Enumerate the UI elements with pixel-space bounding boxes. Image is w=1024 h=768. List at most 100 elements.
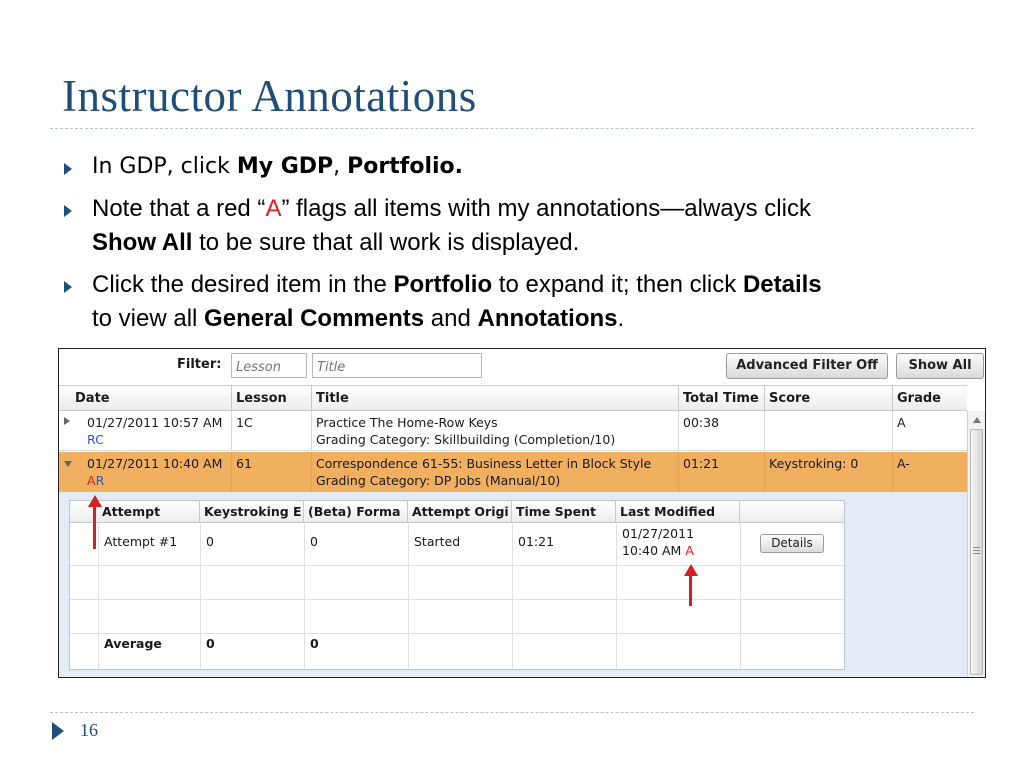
arrow-shaft xyxy=(689,576,692,606)
reviewed-flag: R xyxy=(95,473,105,488)
row-title-cell: Correspondence 61-55: Business Letter in… xyxy=(312,452,679,492)
bullet-item-2: Note that a red “A” flags all items with… xyxy=(58,192,988,260)
sub-header-last-modified: Last Modified xyxy=(616,501,740,523)
arrow-up-icon xyxy=(684,564,698,576)
grip-line xyxy=(973,547,980,548)
modified-date: 01/27/2011 xyxy=(622,526,695,541)
show-all-button[interactable]: Show All xyxy=(896,353,984,379)
row-grading-category: Grading Category: Skillbuilding (Complet… xyxy=(316,432,616,447)
attempt-last-modified: 01/27/2011 10:40 AM A xyxy=(618,525,738,559)
scroll-up-icon[interactable] xyxy=(973,417,981,423)
bullet3-annotations: Annotations xyxy=(477,305,618,332)
row-grade: A- xyxy=(897,456,910,471)
bullet3-details: Details xyxy=(742,271,822,298)
bullet3-text5: . xyxy=(617,305,625,332)
grid-line xyxy=(740,523,741,669)
average-beta-format: 0 xyxy=(310,636,319,651)
grip-line xyxy=(973,553,980,554)
bullet2-red-a: A xyxy=(265,195,282,222)
table-row[interactable]: 01/27/2011 10:57 AM RC 1C Practice The H… xyxy=(59,411,967,451)
column-header-score[interactable]: Score xyxy=(765,386,893,411)
sub-header-beta-format: (Beta) Forma xyxy=(304,501,408,523)
bullet-list: In GDP, click My GDP, Portfolio. Note th… xyxy=(58,150,988,336)
column-header-title[interactable]: Title xyxy=(312,386,679,411)
attempt-keystroking: 0 xyxy=(206,534,214,549)
footer-divider xyxy=(50,712,974,713)
expand-row-icon[interactable] xyxy=(64,417,70,425)
sub-header-attempt: Attempt xyxy=(98,501,200,523)
collapse-row-icon[interactable] xyxy=(64,461,72,467)
scrollbar-thumb[interactable] xyxy=(970,429,983,675)
row-date-cell: 01/27/2011 10:57 AM RC xyxy=(83,411,232,450)
annotation-flag: A xyxy=(87,473,96,488)
column-header-lesson[interactable]: Lesson xyxy=(232,386,312,411)
grid-line xyxy=(304,523,305,669)
bullet1-portfolio: Portfolio. xyxy=(347,154,464,179)
row-grading-category: Grading Category: DP Jobs (Manual/10) xyxy=(316,473,561,488)
bullet3-text1: Click the desired item in the xyxy=(92,271,394,298)
expanded-details-area: Attempt Keystroking E (Beta) Forma Attem… xyxy=(59,492,967,677)
details-button[interactable]: Details xyxy=(760,534,824,553)
row-flags: RC xyxy=(87,432,104,447)
bullet1-prefix: In GDP, click xyxy=(92,154,237,179)
row-title: Practice The Home-Row Keys xyxy=(316,415,498,430)
attempt-origin: Started xyxy=(414,534,461,549)
row-date-cell: 01/27/2011 10:40 AM AR xyxy=(83,452,232,492)
row-flags: AR xyxy=(87,472,231,489)
row-score: Keystroking: 0 xyxy=(765,452,893,492)
column-header-total-time[interactable]: Total Time xyxy=(679,386,765,411)
bullet3-text4: and xyxy=(424,305,478,332)
attempts-table-header: Attempt Keystroking E (Beta) Forma Attem… xyxy=(70,501,844,523)
bullet3-text2: to expand it; then click xyxy=(492,271,743,298)
slide-title: Instructor Annotations xyxy=(62,71,477,121)
modified-time-line: 10:40 AM A xyxy=(622,542,738,559)
bullet-item-1: In GDP, click My GDP, Portfolio. xyxy=(58,150,988,184)
row-title-cell: Practice The Home-Row Keys Grading Categ… xyxy=(312,411,679,450)
bullet3-portfolio: Portfolio xyxy=(393,271,493,298)
bullet2-text1: Note that a red “ xyxy=(92,195,266,222)
grid-line xyxy=(70,633,844,634)
column-header-date[interactable]: Date xyxy=(71,386,232,411)
sub-header-keystroking: Keystroking E xyxy=(200,501,304,523)
row-total-time: 00:38 xyxy=(679,411,765,450)
vertical-scrollbar[interactable] xyxy=(967,411,985,677)
row-grade: A xyxy=(897,415,906,430)
bullet2-text3: to be sure that all work is displayed. xyxy=(192,229,580,256)
grid-line xyxy=(200,523,201,669)
filter-label: Filter: xyxy=(177,357,222,372)
bullet-triangle-icon xyxy=(64,205,72,217)
row-lesson: 61 xyxy=(232,452,312,492)
average-keystroking: 0 xyxy=(206,636,215,651)
lesson-filter-input[interactable] xyxy=(231,353,307,378)
title-divider xyxy=(50,128,974,129)
bullet-triangle-icon xyxy=(64,163,72,175)
row-lesson: 1C xyxy=(232,411,312,450)
sub-header-time-spent: Time Spent xyxy=(512,501,616,523)
portfolio-grid-header: Date Lesson Title Total Time Score Grade xyxy=(59,385,967,411)
grid-line xyxy=(616,523,617,669)
table-row-selected[interactable]: 01/27/2011 10:40 AM AR 61 Correspondence… xyxy=(59,452,967,492)
column-header-grade[interactable]: Grade xyxy=(893,386,967,411)
row-total-time: 01:21 xyxy=(679,452,765,492)
bullet2-show-all: Show All xyxy=(92,229,193,256)
grip-line xyxy=(973,550,980,551)
attempt-time-spent: 01:21 xyxy=(518,534,555,549)
grid-line xyxy=(70,565,844,566)
page-marker-icon xyxy=(52,722,64,740)
bullet1-sep: , xyxy=(333,154,348,179)
arrow-shaft xyxy=(93,507,96,549)
page-number: 16 xyxy=(80,720,98,740)
grid-line xyxy=(70,599,844,600)
row-date: 01/27/2011 10:40 AM xyxy=(87,456,223,471)
grid-line xyxy=(408,523,409,669)
bullet3-general-comments: General Comments xyxy=(204,305,425,332)
title-filter-input[interactable] xyxy=(312,353,482,378)
portfolio-screenshot: Filter: Advanced Filter Off Show All Dat… xyxy=(58,348,986,678)
advanced-filter-button[interactable]: Advanced Filter Off xyxy=(726,353,888,379)
bullet-triangle-icon xyxy=(64,281,72,293)
bullet3-text3: to view all xyxy=(92,305,205,332)
attempt-name: Attempt #1 xyxy=(104,534,178,549)
bullet1-my-gdp: My GDP xyxy=(236,154,334,179)
attempt-beta-format: 0 xyxy=(310,534,318,549)
annotation-flag: A xyxy=(685,543,694,558)
